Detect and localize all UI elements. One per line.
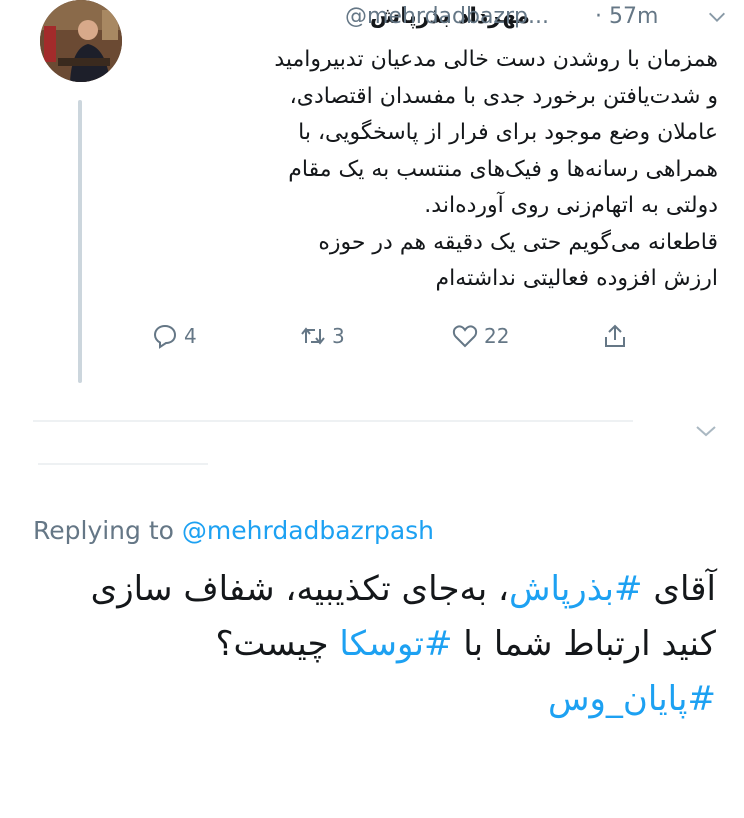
replying-prefix: Replying to: [33, 516, 174, 545]
like-icon: [452, 325, 478, 348]
tweet-time[interactable]: · 57m: [595, 4, 658, 29]
reply-line: آقای #بذرپاش، به‌جای تکذیبیه، شفاف سازی: [20, 562, 716, 617]
reply-line: کنید ارتباط شما با #توسکا چیست؟: [20, 617, 716, 672]
thread-line: [78, 100, 82, 383]
reply-line: #پایان_وس: [20, 672, 716, 727]
reply-text-fragment: آقای: [653, 569, 716, 609]
share-icon: [605, 324, 625, 347]
reply-icon: [153, 324, 177, 349]
divider: [33, 420, 633, 422]
hashtag-link[interactable]: #بذرپاش: [509, 569, 643, 609]
tweet-line: عاملان وضع موجود برای فرار از پاسخگویی، …: [298, 120, 718, 145]
tweet-line: همراهی رسانه‌ها و فیک‌های منتسب به یک مق…: [288, 156, 718, 182]
replying-to: Replying to @mehrdadbazrpash: [33, 516, 434, 545]
hashtag-link[interactable]: #پایان_وس: [548, 679, 716, 719]
tweet-text: همزمان با روشدن دست خالی مدعیان تدبیروام…: [150, 42, 718, 298]
reply-button[interactable]: 4: [152, 320, 197, 352]
retweet-icon: [301, 327, 325, 345]
reply-text-fragment: چیست؟: [215, 624, 329, 664]
avatar-photo: [40, 0, 122, 82]
reply-text-fragment: کنید ارتباط شما با: [463, 624, 716, 664]
replying-handle[interactable]: @mehrdadbazrpash: [182, 516, 434, 545]
chevron-down-icon[interactable]: [706, 6, 728, 28]
retweet-count: 3: [332, 324, 345, 348]
tweet-line: قاطعانه می‌گویم حتی یک دقیقه هم در حوزه: [318, 229, 718, 255]
retweet-button[interactable]: 3: [300, 320, 345, 352]
avatar[interactable]: [40, 0, 122, 82]
like-count: 22: [484, 324, 510, 348]
author-handle[interactable]: @mehrdadbazrp...: [345, 4, 549, 29]
tweet-line: دولتی به اتهام‌زنی روی آورده‌اند.: [424, 193, 718, 218]
hashtag-link[interactable]: #توسکا: [339, 624, 452, 664]
like-button[interactable]: 22: [452, 320, 509, 352]
tweet-line: ارزش افزوده فعالیتی نداشته‌ام: [435, 266, 718, 291]
tweet-header: مهرداد بذرپاش @mehrdadbazrp... · 57m: [150, 4, 730, 36]
tweet-line: همزمان با روشدن دست خالی مدعیان تدبیروام…: [274, 47, 718, 72]
reply-text: آقای #بذرپاش، به‌جای تکذیبیه، شفاف سازی …: [20, 562, 716, 727]
tweet-line: و شدت‌یافتن برخورد جدی با مفسدان اقتصادی…: [289, 83, 718, 109]
divider: [38, 463, 208, 465]
share-button[interactable]: [602, 320, 628, 352]
chevron-down-icon[interactable]: [694, 420, 718, 442]
reply-text-fragment: ، به‌جای تکذیبیه، شفاف سازی: [90, 569, 509, 609]
reply-count: 4: [184, 324, 197, 348]
